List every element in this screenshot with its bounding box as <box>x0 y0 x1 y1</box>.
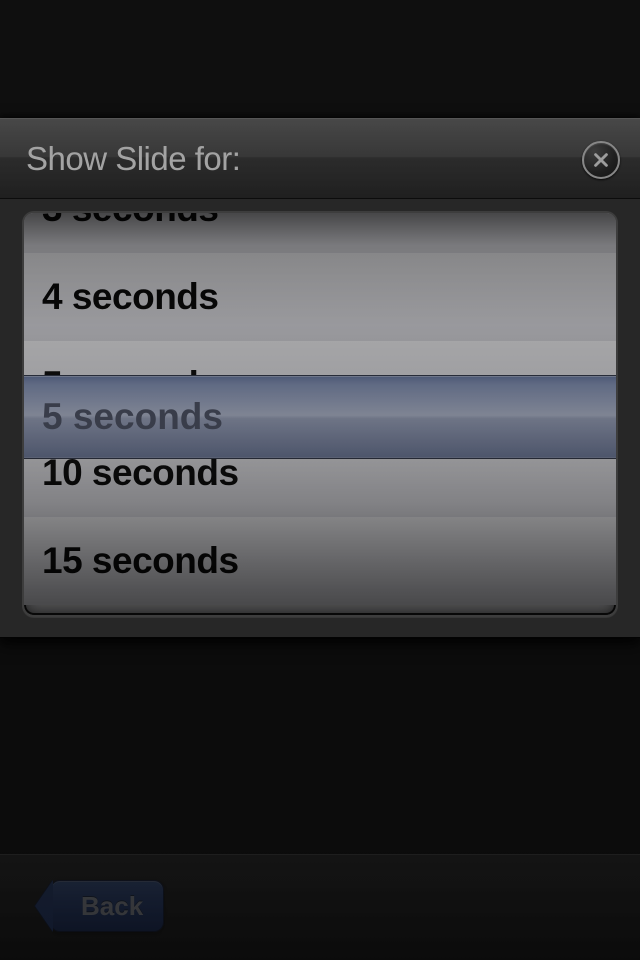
picker-option-label: 3 seconds <box>42 211 218 230</box>
sheet-header: Show Slide for: <box>0 119 640 199</box>
picker-sheet: Show Slide for: 3 seconds 4 seconds 5 se… <box>0 118 640 638</box>
picker-selection-band <box>24 375 616 459</box>
picker-option-label: 15 seconds <box>42 540 239 582</box>
picker-option[interactable]: 4 seconds <box>24 253 616 341</box>
back-button-label: Back <box>81 891 143 922</box>
picker-option[interactable]: 3 seconds <box>24 211 616 253</box>
close-icon <box>592 151 610 169</box>
bottom-toolbar: Back <box>0 854 640 960</box>
picker-option-label: 4 seconds <box>42 276 218 318</box>
close-button[interactable] <box>582 141 620 179</box>
sheet-title: Show Slide for: <box>26 140 240 178</box>
duration-picker[interactable]: 3 seconds 4 seconds 5 seconds 10 seconds… <box>22 211 618 617</box>
back-button[interactable]: Back <box>50 880 164 932</box>
picker-option[interactable]: 15 seconds <box>24 517 616 605</box>
